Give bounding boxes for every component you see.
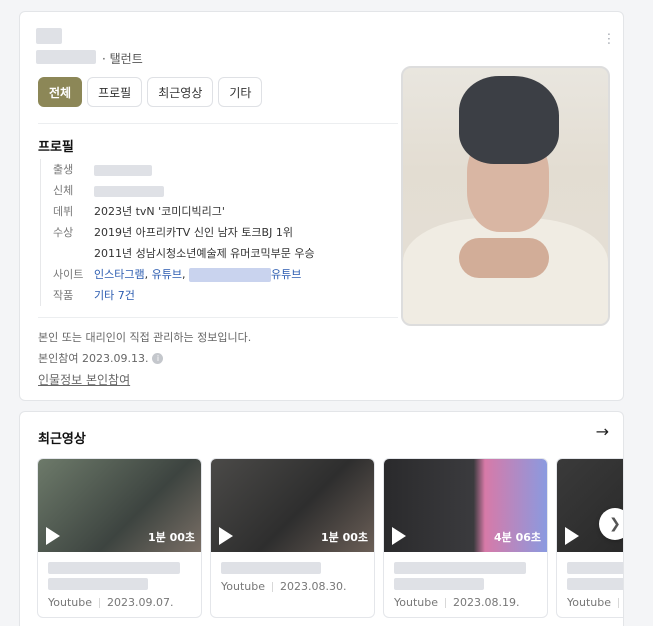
video-date: 2023.08.30.	[280, 580, 347, 593]
profile-card: · 탤런트 ··· 전체 프로필 최근영상 기타 프로필 출생 신체 데뷔 20…	[19, 11, 624, 401]
works-link[interactable]: 기타 7건	[94, 289, 135, 302]
category-label: · 탤런트	[102, 52, 143, 66]
video-title-redacted	[567, 562, 623, 574]
info-key: 출생	[53, 163, 74, 176]
info-icon[interactable]: i	[152, 352, 164, 364]
video-thumbnail[interactable]: 1분 00초	[38, 459, 201, 552]
video-source: Youtube	[567, 596, 611, 609]
person-name-redacted	[36, 28, 62, 44]
video-thumbnail[interactable]: 1분 00초	[211, 459, 374, 552]
info-key: 데뷔	[53, 205, 74, 218]
info-key: 수상	[53, 226, 74, 239]
play-icon	[219, 527, 233, 545]
video-title-redacted	[394, 562, 526, 574]
tab-etc[interactable]: 기타	[218, 77, 263, 107]
video-title-redacted	[48, 562, 180, 574]
divider	[38, 317, 398, 318]
info-row-award-2: 2011년 성남시청소년예술제 유머코믹부문 우승	[53, 243, 315, 264]
site-link-instagram[interactable]: 인스타그램	[94, 268, 145, 281]
participate-link[interactable]: 인물정보 본인참여	[38, 371, 130, 388]
video-title-redacted	[221, 562, 321, 574]
section-title-profile: 프로필	[38, 140, 74, 155]
video-date: 2023.09.07.	[107, 596, 174, 609]
more-vertical-icon[interactable]: ···	[600, 32, 616, 45]
chevron-right-icon[interactable]: ❯	[599, 508, 623, 540]
tab-all[interactable]: 전체	[38, 77, 83, 107]
profile-tabs: 전체 프로필 최근영상 기타	[38, 77, 263, 107]
body-redacted	[94, 185, 164, 197]
tab-recent-videos[interactable]: 최근영상	[147, 77, 214, 107]
site-name-redacted	[188, 268, 271, 282]
video-source: Youtube	[221, 580, 265, 593]
video-date: 2023.08.19.	[453, 596, 520, 609]
info-value: 2023년 tvN '코미디빅리그'	[94, 205, 225, 218]
managed-notice: 본인 또는 대리인이 직접 관리하는 정보입니다.	[38, 331, 252, 344]
info-row-award: 수상 2019년 아프리카TV 신인 남자 토크BJ 1위	[53, 222, 315, 243]
info-row-site: 사이트 인스타그램, 유튜브, 유튜브	[53, 264, 315, 285]
arrow-right-icon[interactable]: →	[596, 422, 609, 441]
info-row-debut: 데뷔 2023년 tvN '코미디빅리그'	[53, 201, 315, 222]
info-value: 2011년 성남시청소년예술제 유머코믹부문 우승	[94, 247, 315, 260]
birth-redacted	[94, 164, 152, 176]
video-source: Youtube	[48, 596, 92, 609]
verified-date: 본인참여 2023.09.13. i	[38, 350, 164, 366]
video-source: Youtube	[394, 596, 438, 609]
info-row-works: 작품 기타 7건	[53, 285, 315, 306]
info-key: 사이트	[53, 268, 84, 281]
person-subname-redacted	[36, 50, 96, 64]
profile-photo[interactable]	[401, 66, 610, 326]
video-list: 1분 00초 Youtube 2023.09.07. 1분 00초 Youtube…	[37, 458, 623, 618]
play-icon	[46, 527, 60, 545]
video-thumbnail[interactable]: 4분 06초	[384, 459, 547, 552]
site-link-youtube[interactable]: 유튜브	[152, 268, 182, 281]
recent-videos-card: 최근영상 → 1분 00초 Youtube 2023.09.07. 1분 00초 …	[19, 411, 624, 626]
section-title-videos: 최근영상	[38, 432, 86, 447]
divider	[38, 123, 398, 124]
video-duration: 4분 06초	[493, 531, 541, 544]
site-link-youtube-2[interactable]: 유튜브	[271, 268, 301, 281]
info-value: 2019년 아프리카TV 신인 남자 토크BJ 1위	[94, 226, 293, 239]
video-card[interactable]: 4분 06초 Youtube 2023.08.19.	[383, 458, 548, 618]
info-key: 작품	[53, 289, 74, 302]
play-icon	[392, 527, 406, 545]
info-key: 신체	[53, 184, 74, 197]
info-row-body: 신체	[53, 180, 315, 201]
video-duration: 1분 00초	[320, 531, 368, 544]
video-card[interactable]: 1분 00초 Youtube 2023.08.30.	[210, 458, 375, 618]
video-card[interactable]: 1분 00초 Youtube 2023.09.07.	[37, 458, 202, 618]
info-row-birth: 출생	[53, 159, 315, 180]
profile-info-list: 출생 신체 데뷔 2023년 tvN '코미디빅리그' 수상 2019년 아프리…	[40, 159, 315, 306]
video-duration: 1분 00초	[147, 531, 195, 544]
play-icon	[565, 527, 579, 545]
tab-profile[interactable]: 프로필	[87, 77, 143, 107]
